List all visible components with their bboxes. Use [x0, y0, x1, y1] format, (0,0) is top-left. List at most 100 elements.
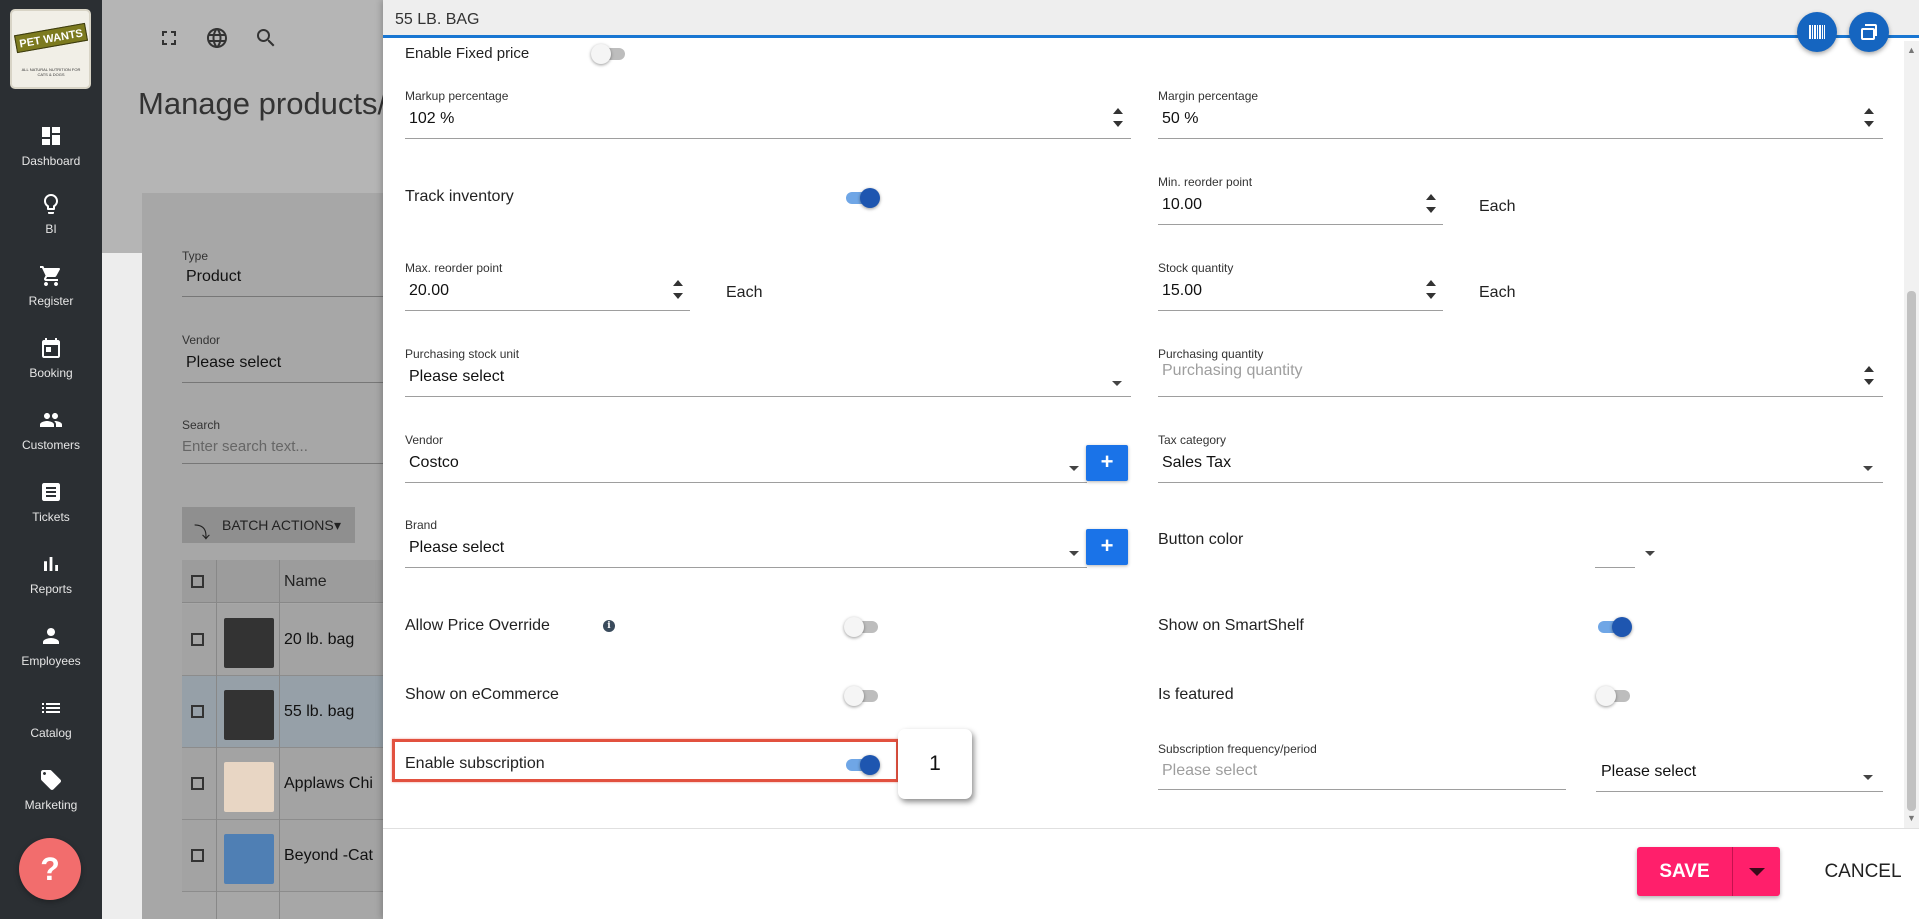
- vendor-filter-select[interactable]: Please select: [186, 354, 281, 372]
- purchasing-quantity-stepper[interactable]: [1863, 365, 1875, 387]
- select-all-checkbox[interactable]: [191, 575, 204, 588]
- show-on-ecommerce-toggle[interactable]: [844, 685, 880, 707]
- batch-actions-label: BATCH ACTIONS: [222, 517, 334, 533]
- sidebar-item-reports[interactable]: Reports: [0, 552, 102, 616]
- stock-quantity-stepper[interactable]: [1425, 279, 1437, 301]
- column-divider: [279, 560, 280, 919]
- sidebar-item-booking[interactable]: Booking: [0, 336, 102, 400]
- add-brand-button[interactable]: +: [1086, 529, 1128, 565]
- help-button[interactable]: ?: [19, 838, 81, 900]
- min-reorder-unit: Each: [1479, 198, 1516, 215]
- sidebar: PET WANTS ALL NATURAL NUTRITION FOR CATS…: [0, 0, 102, 919]
- search-icon[interactable]: [254, 26, 278, 50]
- person-icon: [43, 628, 59, 644]
- barcode-icon: [1809, 25, 1825, 39]
- sidebar-item-label: Dashboard: [21, 154, 81, 168]
- divider: [1158, 482, 1883, 483]
- divider: [1158, 789, 1566, 790]
- markup-stepper[interactable]: [1112, 107, 1124, 129]
- enable-fixed-price-toggle[interactable]: [591, 43, 627, 65]
- save-options-chevron-icon[interactable]: [1749, 868, 1765, 876]
- add-vendor-button[interactable]: +: [1086, 445, 1128, 481]
- row-checkbox[interactable]: [191, 705, 204, 718]
- markup-percentage-input[interactable]: 102 %: [409, 110, 454, 128]
- type-label: Type: [182, 249, 209, 263]
- track-inventory-label: Track inventory: [405, 188, 514, 205]
- min-reorder-stepper[interactable]: [1425, 193, 1437, 215]
- sidebar-item-register[interactable]: Register: [0, 264, 102, 328]
- product-thumbnail: [224, 762, 274, 812]
- stock-quantity-input[interactable]: 15.00: [1162, 282, 1202, 300]
- sidebar-item-label: Tickets: [32, 510, 70, 524]
- duplicate-button[interactable]: [1849, 12, 1889, 52]
- min-reorder-input[interactable]: 10.00: [1162, 196, 1202, 214]
- product-name: Applaws Chi: [284, 775, 373, 792]
- row-checkbox[interactable]: [191, 849, 204, 862]
- row-checkbox[interactable]: [191, 633, 204, 646]
- batch-actions-button[interactable]: ⤵ BATCH ACTIONS ▾: [182, 507, 355, 543]
- sidebar-item-tickets[interactable]: Tickets: [0, 480, 102, 544]
- sidebar-item-dashboard[interactable]: Dashboard: [0, 124, 102, 188]
- bar-chart-icon: [44, 557, 58, 571]
- button-color-picker[interactable]: [1595, 536, 1635, 568]
- max-reorder-stepper[interactable]: [672, 279, 684, 301]
- chevron-down-icon: [1863, 775, 1873, 780]
- sidebar-item-label: Employees: [21, 654, 81, 668]
- purchasing-quantity-input[interactable]: Purchasing quantity: [1162, 362, 1303, 380]
- barcode-button[interactable]: [1797, 12, 1837, 52]
- scroll-thumb[interactable]: [1907, 291, 1916, 811]
- sidebar-item-label: Catalog: [30, 726, 72, 740]
- scroll-down-icon[interactable]: ▼: [1907, 813, 1916, 823]
- column-divider: [216, 560, 217, 919]
- search-input[interactable]: Enter search text...: [182, 438, 308, 455]
- sidebar-item-catalog[interactable]: Catalog: [0, 696, 102, 760]
- max-reorder-label: Max. reorder point: [405, 261, 503, 275]
- markup-percentage-label: Markup percentage: [405, 89, 509, 103]
- ticket-icon: [42, 483, 60, 501]
- brand-label: Brand: [405, 518, 438, 532]
- margin-percentage-input[interactable]: 50 %: [1162, 110, 1198, 128]
- chevron-down-icon: [1069, 551, 1079, 556]
- cancel-button[interactable]: CANCEL: [1813, 847, 1913, 896]
- margin-stepper[interactable]: [1863, 107, 1875, 129]
- fullscreen-icon[interactable]: [157, 26, 181, 50]
- is-featured-toggle[interactable]: [1596, 685, 1632, 707]
- min-reorder-label: Min. reorder point: [1158, 175, 1253, 189]
- divider: [1158, 224, 1443, 225]
- brand-select[interactable]: Please select: [409, 539, 504, 557]
- subscription-period-select[interactable]: Please select: [1601, 763, 1696, 781]
- row-checkbox[interactable]: [191, 777, 204, 790]
- sidebar-item-bi[interactable]: BI: [0, 192, 102, 256]
- sidebar-item-employees[interactable]: Employees: [0, 624, 102, 688]
- track-inventory-toggle[interactable]: [844, 187, 880, 209]
- dialog-scrollbar[interactable]: ▲ ▼: [1904, 41, 1919, 828]
- save-separator: [1732, 847, 1733, 896]
- pet-wants-logo[interactable]: PET WANTS ALL NATURAL NUTRITION FOR CATS…: [10, 9, 91, 89]
- globe-icon[interactable]: [205, 26, 229, 50]
- allow-price-override-toggle[interactable]: [844, 616, 880, 638]
- logo-text: PET WANTS: [13, 22, 89, 54]
- show-on-smartshelf-toggle[interactable]: [1596, 616, 1632, 638]
- max-reorder-input[interactable]: 20.00: [409, 282, 449, 300]
- type-select[interactable]: Product: [186, 268, 241, 286]
- enable-subscription-toggle[interactable]: [844, 754, 880, 776]
- tax-category-select[interactable]: Sales Tax: [1162, 454, 1231, 472]
- info-icon[interactable]: i: [603, 620, 615, 632]
- scroll-up-icon[interactable]: ▲: [1907, 45, 1916, 55]
- chevron-down-icon[interactable]: [1645, 551, 1655, 556]
- sidebar-item-label: Register: [28, 294, 74, 308]
- is-featured-label: Is featured: [1158, 686, 1234, 703]
- save-button[interactable]: SAVE: [1637, 847, 1780, 896]
- divider: [405, 396, 1131, 397]
- name-column-header[interactable]: Name: [284, 573, 327, 591]
- sidebar-item-customers[interactable]: Customers: [0, 408, 102, 472]
- divider: [405, 482, 1087, 483]
- product-thumbnail: [224, 618, 274, 668]
- subscription-frequency-input[interactable]: Please select: [1162, 762, 1257, 780]
- calendar-icon: [42, 338, 60, 358]
- sidebar-item-marketing[interactable]: Marketing: [0, 768, 102, 832]
- sidebar-item-label: Marketing: [24, 798, 78, 812]
- purchasing-stock-unit-select[interactable]: Please select: [409, 368, 504, 386]
- vendor-select[interactable]: Costco: [409, 454, 459, 472]
- page-title: Manage products/s: [138, 86, 402, 121]
